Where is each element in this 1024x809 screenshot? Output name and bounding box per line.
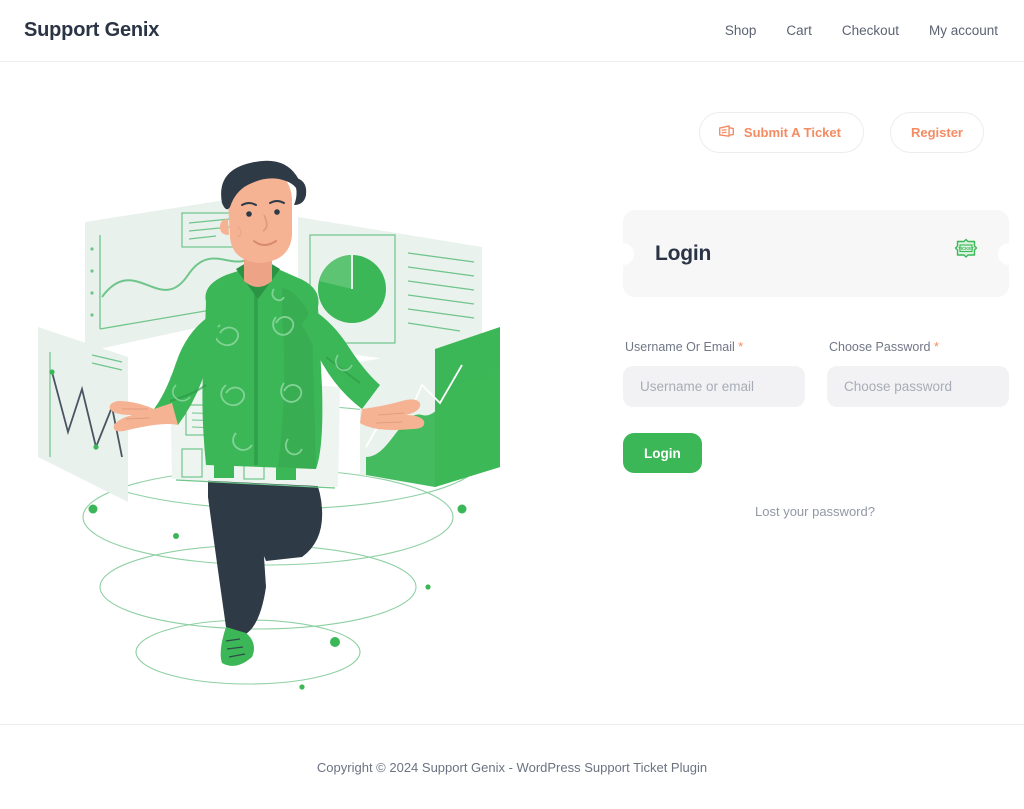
login-panel: Login TICKET Username Or Email * Usernam… xyxy=(623,210,1009,521)
register-button[interactable]: Register xyxy=(889,112,984,153)
submit-a-ticket-label: Submit A Ticket xyxy=(743,125,841,140)
lost-password-link[interactable]: Lost your password? xyxy=(755,504,875,519)
credentials-row: Username Or Email * Choose Password * xyxy=(623,340,1009,407)
username-field-label: Username Or Email * xyxy=(625,340,805,354)
ticket-badge-icon: TICKET xyxy=(953,238,979,269)
login-form: Username Or Email * Choose Password * xyxy=(623,297,1009,521)
nav-item-shop[interactable]: Shop xyxy=(725,23,757,38)
svg-text:TICKET: TICKET xyxy=(958,246,974,251)
copyright-text: Copyright © 2024 Support Genix - WordPre… xyxy=(316,759,708,775)
register-label: Register xyxy=(910,125,963,140)
nav-item-checkout[interactable]: Checkout xyxy=(842,23,899,38)
password-required-mark: * xyxy=(933,340,939,354)
site-brand-title: Support Genix xyxy=(24,19,160,41)
username-label-text: Username Or Email xyxy=(625,340,735,354)
password-field-label: Choose Password * xyxy=(829,340,1009,354)
analytics-dashboard-man-illustration xyxy=(30,157,530,809)
login-submit-row: Login xyxy=(623,433,1009,473)
login-page: Support Genix Shop Cart Checkout My acco… xyxy=(0,0,1024,809)
main-navigation: Shop Cart Checkout My account xyxy=(725,23,998,38)
site-footer: Copyright © 2024 Support Genix - WordPre… xyxy=(0,724,1024,809)
login-submit-button[interactable]: Login xyxy=(623,433,702,473)
password-field-group: Choose Password * xyxy=(827,340,1009,407)
login-title: Login xyxy=(655,241,712,265)
main-content: Submit A Ticket Register Login TICKET Us… xyxy=(0,62,1024,809)
choose-password-input[interactable] xyxy=(827,366,1009,407)
nav-item-my-account[interactable]: My account xyxy=(929,23,998,38)
username-field-group: Username Or Email * xyxy=(623,340,805,407)
site-header: Support Genix Shop Cart Checkout My acco… xyxy=(0,0,1024,62)
login-panel-header: Login TICKET xyxy=(623,210,1009,297)
nav-item-cart[interactable]: Cart xyxy=(786,23,812,38)
login-column: Submit A Ticket Register Login TICKET Us… xyxy=(565,62,1024,724)
account-actions: Submit A Ticket Register xyxy=(698,112,984,153)
username-or-email-input[interactable] xyxy=(623,366,805,407)
username-required-mark: * xyxy=(738,340,744,354)
ticket-icon xyxy=(718,124,735,142)
lost-password-row: Lost your password? xyxy=(623,503,1009,521)
password-label-text: Choose Password xyxy=(829,340,931,354)
submit-a-ticket-button[interactable]: Submit A Ticket xyxy=(698,112,864,153)
illustration-column xyxy=(0,62,565,809)
